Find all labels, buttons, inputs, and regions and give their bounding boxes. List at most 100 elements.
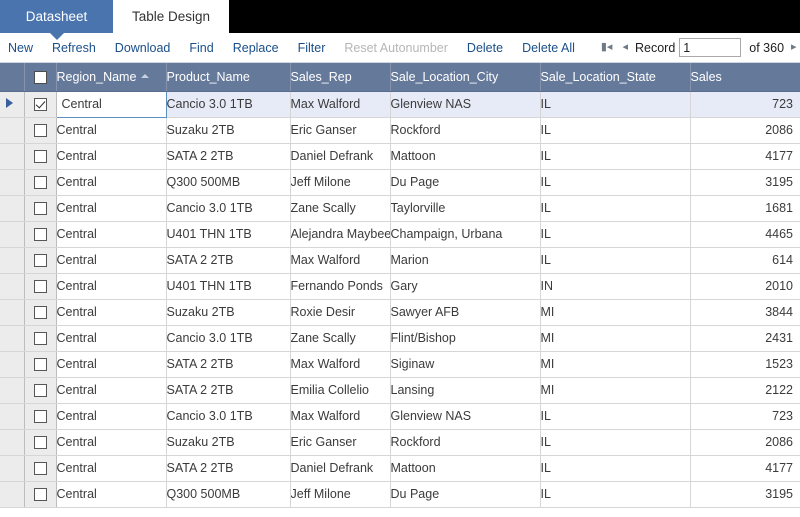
cell-product-name[interactable]: Cancio 3.0 1TB [166,91,291,118]
table-row[interactable]: Central SATA 2 2TB Max Walford Marion IL 614 [0,247,800,274]
cell-sales[interactable]: 3195 [690,481,800,508]
cell-sales[interactable]: 2086 [690,429,800,456]
cell-region-name[interactable]: Central [56,325,167,352]
cell-sale-location-city[interactable]: Rockford [390,429,541,456]
cell-sales[interactable]: 4465 [690,221,800,248]
cell-sale-location-state[interactable]: IL [540,143,691,170]
cell-sale-location-state[interactable]: MI [540,351,691,378]
cell-region-name[interactable]: Central [56,481,167,508]
cell-sale-location-city[interactable]: Mattoon [390,455,541,482]
cell-sale-location-city[interactable]: Marion [390,247,541,274]
row-select-cell[interactable] [24,143,57,170]
cell-sales-rep[interactable]: Fernando Ponds [290,273,391,300]
refresh-button[interactable]: Refresh [52,41,96,55]
row-select-cell[interactable] [24,247,57,274]
table-row[interactable]: Central SATA 2 2TB Emilia Collelio Lansing M… [0,377,800,404]
cell-product-name[interactable]: SATA 2 2TB [166,143,291,170]
row-select-cell[interactable] [24,481,57,508]
cell-sale-location-city[interactable]: Du Page [390,481,541,508]
cell-region-name[interactable]: Central [56,429,167,456]
cell-product-name[interactable]: Suzaku 2TB [166,299,291,326]
next-record-icon[interactable]: ▸ [786,42,800,53]
cell-sales-rep[interactable]: Zane Scally [290,195,391,222]
cell-sales-rep[interactable]: Daniel Defrank [290,455,391,482]
cell-sales-rep[interactable]: Daniel Defrank [290,143,391,170]
row-select-cell[interactable] [24,429,57,456]
table-row[interactable]: Central Q300 500MB Jeff Milone Du Page IL 319… [0,169,800,196]
row-gutter[interactable] [0,91,25,118]
cell-sales[interactable]: 1681 [690,195,800,222]
cell-sales[interactable]: 2122 [690,377,800,404]
row-select-checkbox[interactable] [33,150,47,164]
table-row[interactable]: Central Cancio 3.0 1TB Zane Scally Flint/Bi… [0,325,800,352]
cell-sales[interactable]: 4177 [690,143,800,170]
column-header-sales[interactable]: Sales [690,63,800,92]
row-select-cell[interactable] [24,169,57,196]
table-row[interactable]: Central SATA 2 2TB Daniel Defrank Mattoon IL… [0,455,800,482]
row-select-checkbox[interactable] [33,306,47,320]
row-select-cell[interactable] [24,273,57,300]
row-gutter[interactable] [0,273,25,300]
delete-all-button[interactable]: Delete All [522,41,575,55]
row-select-checkbox[interactable] [33,384,47,398]
cell-region-name[interactable]: Central [56,403,167,430]
cell-region-name[interactable]: Central [56,351,167,378]
cell-product-name[interactable]: Cancio 3.0 1TB [166,195,291,222]
row-select-cell[interactable] [24,377,57,404]
row-gutter[interactable] [0,143,25,170]
cell-sale-location-city[interactable]: Gary [390,273,541,300]
cell-sale-location-city[interactable]: Mattoon [390,143,541,170]
cell-sale-location-city[interactable]: Glenview NAS [390,403,541,430]
cell-region-name[interactable]: Central [56,247,167,274]
cell-sale-location-state[interactable]: IL [540,91,691,118]
cell-region-name[interactable]: Central [56,117,167,144]
row-select-checkbox[interactable] [33,280,47,294]
row-gutter[interactable] [0,117,25,144]
cell-sale-location-state[interactable]: MI [540,325,691,352]
cell-sale-location-state[interactable]: IL [540,455,691,482]
cell-product-name[interactable]: U401 THN 1TB [166,273,291,300]
cell-region-name[interactable]: Central [55,90,167,118]
cell-sales-rep[interactable]: Roxie Desir [290,299,391,326]
row-select-checkbox[interactable] [33,228,47,242]
cell-sale-location-state[interactable]: IL [540,403,691,430]
column-header-sale-location-state[interactable]: Sale_Location_State [540,63,691,92]
cell-sales-rep[interactable]: Eric Ganser [290,429,391,456]
row-select-cell[interactable] [24,325,57,352]
cell-sale-location-state[interactable]: MI [540,377,691,404]
cell-sale-location-state[interactable]: IL [540,221,691,248]
table-row[interactable]: Central Q300 500MB Jeff Milone Du Page IL 319… [0,481,800,508]
cell-product-name[interactable]: SATA 2 2TB [166,247,291,274]
cell-product-name[interactable]: SATA 2 2TB [166,351,291,378]
table-row[interactable]: Central U401 THN 1TB Fernando Ponds Gary IN 2… [0,273,800,300]
record-number-input[interactable] [679,38,742,57]
row-gutter[interactable] [0,377,25,404]
row-select-checkbox[interactable] [33,436,47,450]
cell-sales[interactable]: 4177 [690,455,800,482]
cell-sales-rep[interactable]: Emilia Collelio [290,377,391,404]
table-row[interactable]: Central SATA 2 2TB Daniel Defrank Mattoon IL… [0,143,800,170]
cell-sales-rep[interactable]: Eric Ganser [290,117,391,144]
cell-sale-location-state[interactable]: IL [540,169,691,196]
cell-product-name[interactable]: SATA 2 2TB [166,377,291,404]
replace-button[interactable]: Replace [233,41,279,55]
cell-product-name[interactable]: Suzaku 2TB [166,429,291,456]
table-row[interactable]: Central U401 THN 1TB Alejandra Maybee Champ… [0,221,800,248]
cell-sale-location-city[interactable]: Taylorville [390,195,541,222]
row-gutter[interactable] [0,455,25,482]
cell-sale-location-state[interactable]: IL [540,247,691,274]
column-header-sales-rep[interactable]: Sales_Rep [290,63,391,92]
cell-sales-rep[interactable]: Jeff Milone [290,481,391,508]
row-gutter[interactable] [0,325,25,352]
row-gutter[interactable] [0,351,25,378]
cell-region-name[interactable]: Central [56,299,167,326]
cell-sales-rep[interactable]: Zane Scally [290,325,391,352]
row-gutter[interactable] [0,481,25,508]
first-page-icon[interactable]: ▮◂ [596,42,618,53]
row-select-cell[interactable] [24,403,57,430]
row-select-checkbox[interactable] [33,332,47,346]
cell-sale-location-city[interactable]: Du Page [390,169,541,196]
row-select-checkbox[interactable] [33,202,47,216]
cell-region-name[interactable]: Central [56,143,167,170]
cell-sales[interactable]: 614 [690,247,800,274]
